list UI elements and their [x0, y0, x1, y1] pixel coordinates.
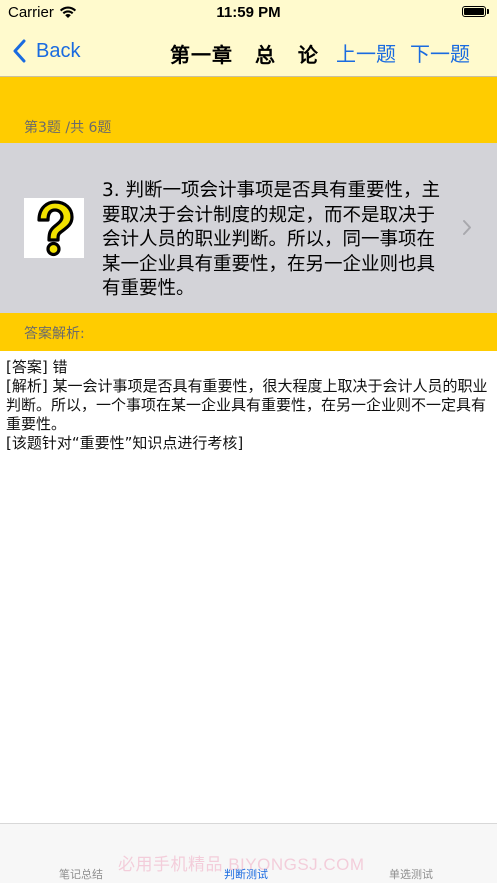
answer-section-label: 答案解析:	[24, 326, 85, 342]
chevron-right-icon	[463, 220, 471, 235]
answer-result: [答案] 错	[6, 358, 68, 376]
tab-bar: 必用手机精品 BIYONGSJ.COM 笔记总结 判断测试 单选测试	[0, 823, 497, 883]
answer-note: [该题针对“重要性”知识点进行考核]	[6, 434, 244, 452]
question-text: 3. 判断一项会计事项是否具有重要性，主要取决于会计制度的规定，而不是取决于会计…	[102, 180, 441, 299]
answer-explanation: [解析] 某一会计事项是否具有重要性，很大程度上取决于会计人员的职业判断。所以，…	[6, 377, 488, 433]
next-question-button[interactable]: 下一题	[410, 38, 470, 67]
question-counter: 第3题 /共 6题	[24, 120, 112, 136]
battery-tip	[487, 9, 489, 14]
answer-section-header: 答案解析:	[0, 313, 497, 351]
answer-body: [答案] 错 [解析] 某一会计事项是否具有重要性，很大程度上取决于会计人员的职…	[6, 358, 492, 453]
page-title: 第一章 总 论	[170, 43, 319, 67]
clock: 11:59 PM	[216, 4, 281, 21]
tab-notes[interactable]: 笔记总结	[59, 866, 103, 882]
tab-single-choice-test[interactable]: 单选测试	[389, 866, 433, 882]
navigation-bar: Back 第一章 总 论 上一题 下一题	[0, 26, 497, 77]
back-button[interactable]: Back	[12, 38, 80, 64]
question-row[interactable]: 3. 判断一项会计事项是否具有重要性，主要取决于会计制度的规定，而不是取决于会计…	[0, 143, 497, 313]
question-mark-icon	[24, 198, 84, 258]
chevron-left-icon	[13, 39, 26, 63]
tab-true-false-test[interactable]: 判断测试	[224, 866, 268, 882]
previous-question-button[interactable]: 上一题	[336, 38, 396, 67]
battery-full-icon	[462, 6, 486, 17]
status-bar: Carrier 11:59 PM	[0, 0, 497, 26]
back-label: Back	[36, 39, 81, 62]
